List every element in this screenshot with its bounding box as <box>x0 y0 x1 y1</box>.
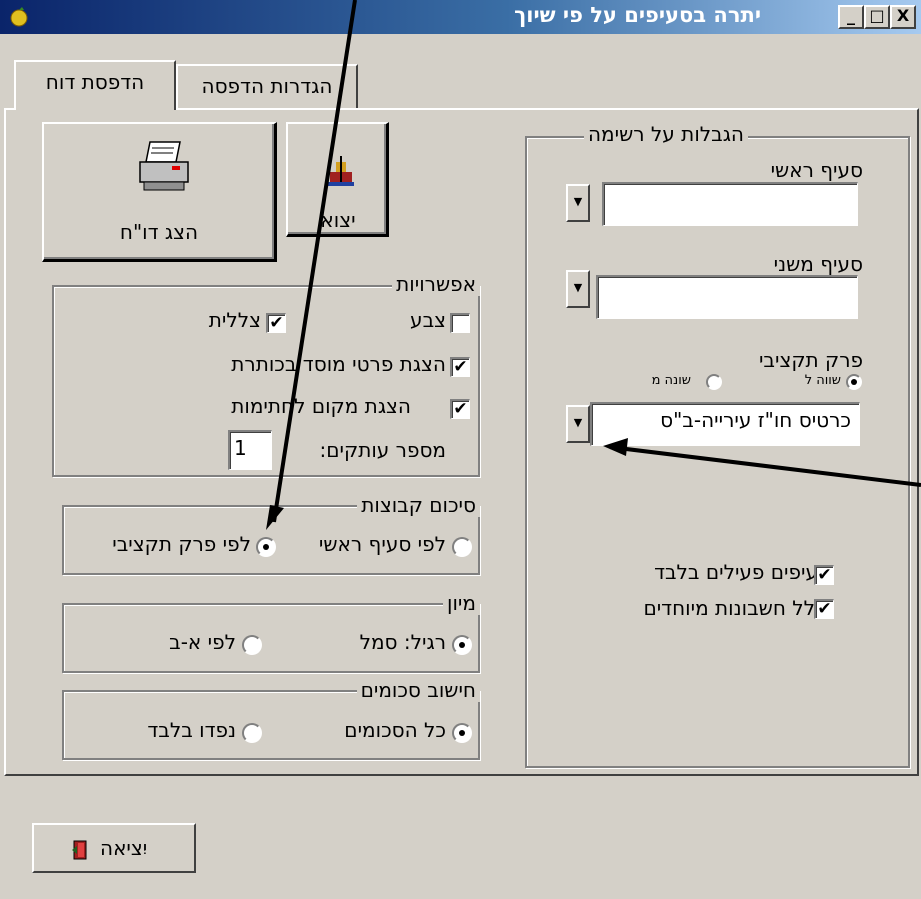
tab-print-settings[interactable]: הגדרות הדפסה <box>176 64 358 110</box>
not-equal-label: שונה מ <box>651 373 691 388</box>
door-exit-icon <box>72 840 87 860</box>
show-report-label: הצג דו"ח <box>119 220 199 244</box>
minimize-button[interactable]: _ <box>838 5 864 29</box>
color-checkbox[interactable] <box>450 313 470 333</box>
show-report-button[interactable]: הצג דו"ח <box>42 122 277 262</box>
amounts-all-radio[interactable] <box>452 723 472 743</box>
amounts-all-label: כל הסכומים <box>344 718 446 742</box>
export-button[interactable]: יצוא <box>286 122 389 237</box>
exit-label: יִציאה <box>100 836 148 860</box>
options-group-title: אפשרויות <box>392 272 480 296</box>
show-signature-label: הצגת מקום לחתימות <box>231 394 411 418</box>
exit-button[interactable]: יִציאה <box>32 823 196 873</box>
equal-to-label: שווה ל <box>804 373 841 388</box>
copies-input[interactable]: 1 <box>228 430 272 470</box>
shading-label: צללית <box>208 308 261 332</box>
sort-alpha-label: לפי א-ב <box>169 630 236 654</box>
show-org-header-label: הצגת פרטי מוסד בכותרת <box>231 352 446 376</box>
window-title: יתרה בסעיפים על פי שיוך <box>514 3 761 27</box>
include-special-label: כולל חשבונות מיוחדים <box>643 596 831 620</box>
sort-alpha-radio[interactable] <box>242 635 262 655</box>
amounts-group-title: חישוב סכומים <box>356 678 480 702</box>
main-item-dropdown-button[interactable]: ▼ <box>566 184 590 222</box>
active-only-label: סעיפים פעילים בלבד <box>654 560 831 584</box>
budget-chapter-label: פרק תקציבי <box>758 348 863 372</box>
equal-to-radio[interactable] <box>846 374 862 390</box>
main-item-label: סעיף ראשי <box>770 158 863 182</box>
show-org-header-checkbox[interactable]: ✔ <box>450 357 470 377</box>
filters-group <box>525 136 910 768</box>
budget-chapter-dropdown-button[interactable]: ▼ <box>566 405 590 443</box>
sub-item-dropdown-button[interactable]: ▼ <box>566 270 590 308</box>
amounts-paid-label: נפדו בלבד <box>147 718 236 742</box>
budget-chapter-input[interactable]: כרטיס חו"ז עירייה-ב"ס <box>590 402 860 446</box>
filters-group-title: הגבלות על רשימה <box>583 122 748 146</box>
amounts-paid-radio[interactable] <box>242 723 262 743</box>
app-icon <box>10 7 28 27</box>
sub-item-label: סעיף משני <box>773 252 863 276</box>
main-item-input[interactable] <box>602 182 858 226</box>
color-label: צבע <box>410 308 446 332</box>
export-icon <box>328 156 354 186</box>
show-signature-checkbox[interactable]: ✔ <box>450 399 470 419</box>
sort-regular-label: רגיל: סמל <box>359 630 446 654</box>
printer-icon <box>139 141 189 191</box>
shading-checkbox[interactable]: ✔ <box>266 313 286 333</box>
close-button[interactable]: X <box>890 5 916 29</box>
active-only-checkbox[interactable]: ✔ <box>814 565 834 585</box>
include-special-checkbox[interactable]: ✔ <box>814 599 834 619</box>
tab-print-report[interactable]: הדפסת דוח <box>14 60 176 110</box>
sort-group-title: מיון <box>443 591 480 615</box>
sort-regular-radio[interactable] <box>452 635 472 655</box>
sub-item-input[interactable] <box>596 275 858 319</box>
not-equal-radio[interactable] <box>706 374 722 390</box>
group-summary-title: סיכום קבוצות <box>357 493 480 517</box>
maximize-button[interactable]: □ <box>864 5 890 29</box>
by-main-item-label: לפי סעיף ראשי <box>318 532 446 556</box>
title-bar: יתרה בסעיפים על פי שיוך _ □ X <box>0 0 921 34</box>
export-label: יצוא <box>320 208 356 232</box>
by-main-item-radio[interactable] <box>452 537 472 557</box>
by-budget-radio[interactable] <box>256 537 276 557</box>
copies-label: מספר עותקים: <box>319 438 446 462</box>
by-budget-label: לפי פרק תקציבי <box>112 532 251 556</box>
